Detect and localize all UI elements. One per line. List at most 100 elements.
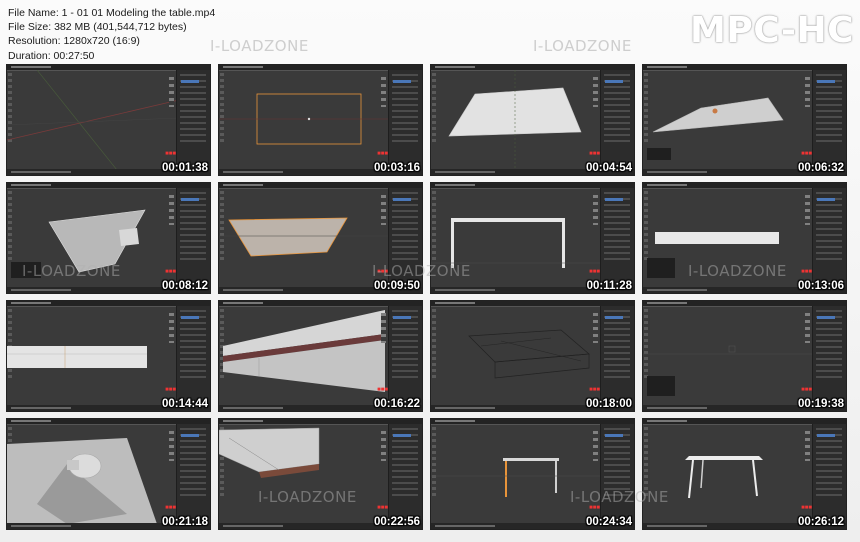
viewport-scene: [7, 438, 157, 524]
video-thumbnail[interactable]: ■■■ 00:14:44: [6, 300, 211, 412]
timestamp: 00:08:12: [161, 280, 208, 292]
watermark: I-LOADZONE: [210, 37, 309, 55]
timestamp: 00:19:38: [797, 398, 844, 410]
video-thumbnail[interactable]: ■■■ 00:18:00: [430, 300, 635, 412]
timestamp: 00:01:38: [161, 162, 208, 174]
video-thumbnail[interactable]: ■■■ 00:16:22: [218, 300, 423, 412]
rec-indicator: ■■■: [589, 151, 600, 157]
properties-panel: [388, 70, 422, 175]
video-thumbnail[interactable]: ■■■ 00:04:54: [430, 64, 635, 176]
viewport-tools: [805, 313, 810, 343]
file-info: File Name: 1 - 01 01 Modeling the table.…: [8, 6, 215, 63]
properties-panel: [176, 188, 210, 293]
timestamp: 00:14:44: [161, 398, 208, 410]
timestamp: 00:21:18: [161, 516, 208, 528]
thumbnail-grid: ■■■ 00:01:38 ■■■ 00:03:16 ■■■ 00:04:54 ■…: [6, 64, 854, 538]
properties-panel: [176, 424, 210, 529]
viewport-tools: [381, 313, 386, 343]
rec-indicator: ■■■: [589, 269, 600, 275]
viewport-scene: [448, 70, 582, 170]
rec-indicator: ■■■: [165, 269, 176, 275]
properties-panel: [600, 70, 634, 175]
viewport-tools: [593, 313, 598, 343]
properties-panel: [176, 70, 210, 175]
rec-indicator: ■■■: [165, 505, 176, 511]
rec-indicator: ■■■: [589, 387, 600, 393]
watermark: I-LOADZONE: [258, 488, 357, 506]
properties-panel: [388, 424, 422, 529]
viewport-tools: [169, 431, 174, 461]
properties-panel: [176, 306, 210, 411]
viewport-tools: [169, 77, 174, 107]
viewport-tools: [593, 77, 598, 107]
timestamp: 00:09:50: [373, 280, 420, 292]
timestamp: 00:24:34: [585, 516, 632, 528]
file-name: File Name: 1 - 01 01 Modeling the table.…: [8, 7, 216, 19]
timestamp: 00:11:28: [586, 280, 632, 292]
video-thumbnail[interactable]: ■■■ 00:24:34: [430, 418, 635, 530]
properties-panel: [600, 306, 634, 411]
video-thumbnail[interactable]: ■■■ 00:19:38: [642, 300, 847, 412]
watermark: I-LOADZONE: [570, 488, 669, 506]
viewport-scene: [219, 427, 320, 478]
watermark: I-LOADZONE: [688, 262, 787, 280]
video-thumbnail[interactable]: ■■■ 00:21:18: [6, 418, 211, 530]
timestamp: 00:04:54: [585, 162, 632, 174]
viewport-tools: [381, 77, 386, 107]
rec-indicator: ■■■: [165, 387, 176, 393]
viewport-tools: [805, 195, 810, 225]
viewport-scene: [7, 346, 147, 368]
rec-indicator: ■■■: [801, 269, 812, 275]
viewport-scene: [219, 217, 391, 257]
viewport-tools: [593, 431, 598, 461]
rec-indicator: ■■■: [801, 387, 812, 393]
viewport-tools: [169, 313, 174, 343]
file-size: File Size: 382 MB (401,544,712 bytes): [8, 21, 187, 34]
viewport-tools: [805, 431, 810, 461]
properties-panel: [812, 188, 846, 293]
properties-panel: [812, 424, 846, 529]
timestamp: 00:18:00: [585, 398, 632, 410]
watermark: I-LOADZONE: [533, 37, 632, 55]
viewport-scene: [431, 458, 603, 497]
rec-indicator: ■■■: [801, 151, 812, 157]
viewport-scene: [223, 310, 385, 392]
viewport-scene: [685, 456, 763, 499]
rec-indicator: ■■■: [377, 151, 388, 157]
video-thumbnail[interactable]: ■■■ 00:06:32: [642, 64, 847, 176]
properties-panel: [812, 306, 846, 411]
viewport-scene: [7, 70, 179, 170]
resolution: Resolution: 1280x720 (16:9): [8, 35, 140, 48]
viewport-tools: [805, 77, 810, 107]
timestamp: 00:26:12: [797, 516, 844, 528]
video-thumbnail[interactable]: ■■■ 00:03:16: [218, 64, 423, 176]
properties-panel: [388, 306, 422, 411]
rec-indicator: ■■■: [801, 505, 812, 511]
viewport-tools: [169, 195, 174, 225]
properties-panel: [812, 70, 846, 175]
viewport-tools: [381, 431, 386, 461]
properties-panel: [600, 188, 634, 293]
viewport-tools: [593, 195, 598, 225]
viewport-scene: [468, 329, 590, 379]
viewport-scene: [647, 97, 784, 160]
timestamp: 00:06:32: [797, 162, 844, 174]
video-thumbnail[interactable]: ■■■ 00:22:56: [218, 418, 423, 530]
mpc-hc-logo: MPC-HC: [690, 10, 854, 51]
properties-panel: [600, 424, 634, 529]
viewport-tools: [381, 195, 386, 225]
video-thumbnail[interactable]: ■■■ 00:26:12: [642, 418, 847, 530]
timestamp: 00:22:56: [373, 516, 420, 528]
timestamp: 00:16:22: [373, 398, 420, 410]
rec-indicator: ■■■: [377, 387, 388, 393]
rec-indicator: ■■■: [377, 505, 388, 511]
timestamp: 00:13:06: [797, 280, 844, 292]
video-thumbnail[interactable]: ■■■ 00:01:38: [6, 64, 211, 176]
timestamp: 00:03:16: [373, 162, 420, 174]
rec-indicator: ■■■: [165, 151, 176, 157]
duration: Duration: 00:27:50: [8, 49, 95, 62]
viewport-scene: [219, 93, 391, 145]
watermark: I-LOADZONE: [372, 262, 471, 280]
viewport-scene: [643, 345, 815, 396]
watermark: I-LOADZONE: [22, 262, 121, 280]
